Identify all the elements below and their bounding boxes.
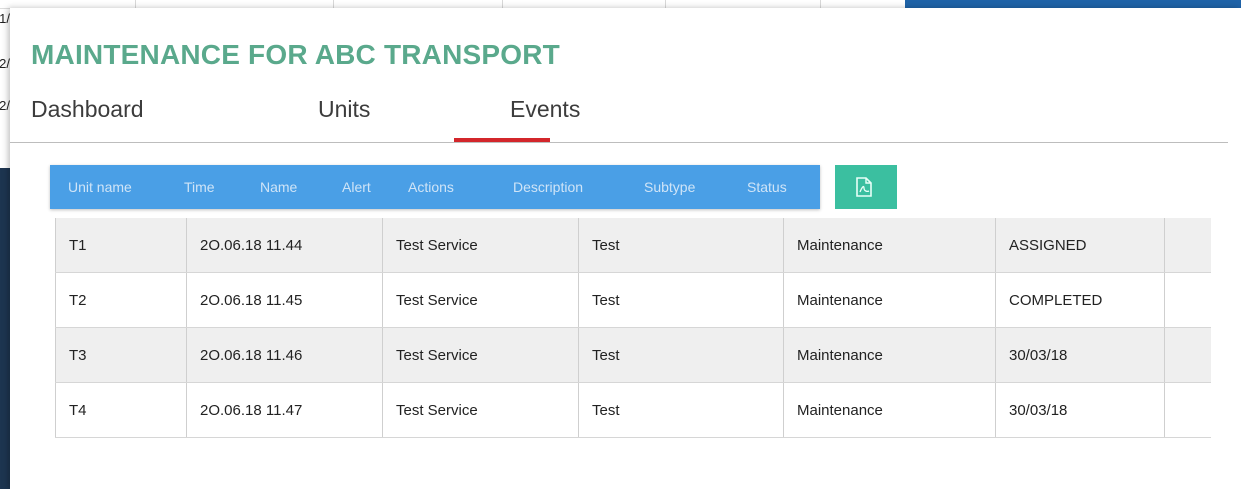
export-pdf-button[interactable] bbox=[835, 165, 897, 209]
background-text-fragment: /2 bbox=[0, 98, 10, 113]
column-header-subtype[interactable]: Subtype bbox=[644, 179, 695, 195]
tab-dashboard[interactable]: Dashboard bbox=[31, 96, 144, 123]
cell-unit: T2 bbox=[55, 272, 187, 328]
cell-time: 2O.06.18 11.47 bbox=[186, 382, 383, 438]
cell-status: 30/03/18 bbox=[995, 382, 1165, 438]
column-header-alert[interactable]: Alert bbox=[342, 179, 371, 195]
cell-empty bbox=[1164, 327, 1211, 383]
cell-type: Maintenance bbox=[783, 382, 996, 438]
cell-time: 2O.06.18 11.45 bbox=[186, 272, 383, 328]
cell-type: Maintenance bbox=[783, 218, 996, 273]
cell-status: COMPLETED bbox=[995, 272, 1165, 328]
column-header-name[interactable]: Name bbox=[260, 179, 297, 195]
table-row[interactable]: T3 2O.06.18 11.46 Test Service Test Main… bbox=[55, 327, 1211, 383]
cell-unit: T1 bbox=[55, 218, 187, 273]
cell-name: Test Service bbox=[382, 218, 579, 273]
cell-type: Maintenance bbox=[783, 327, 996, 383]
column-header-unit-name[interactable]: Unit name bbox=[68, 179, 132, 195]
cell-type: Maintenance bbox=[783, 272, 996, 328]
tab-events[interactable]: Events bbox=[510, 96, 580, 123]
cell-alert: Test bbox=[578, 382, 784, 438]
table-row[interactable]: T1 2O.06.18 11.44 Test Service Test Main… bbox=[55, 218, 1211, 273]
pdf-icon bbox=[856, 177, 872, 197]
cell-unit: T3 bbox=[55, 327, 187, 383]
cell-empty bbox=[1164, 382, 1211, 438]
cell-unit: T4 bbox=[55, 382, 187, 438]
tab-units[interactable]: Units bbox=[318, 96, 370, 123]
background-app-edge: /1 /2 /2 bbox=[0, 0, 10, 489]
column-header-actions[interactable]: Actions bbox=[408, 179, 454, 195]
tab-bar: Dashboard Units Events bbox=[10, 94, 1228, 143]
column-header-time[interactable]: Time bbox=[184, 179, 215, 195]
column-header-description[interactable]: Description bbox=[513, 179, 583, 195]
cell-status: ASSIGNED bbox=[995, 218, 1165, 273]
table-header-bar: Unit name Time Name Alert Actions Descri… bbox=[50, 165, 820, 209]
active-tab-indicator bbox=[454, 138, 550, 142]
cell-status: 30/03/18 bbox=[995, 327, 1165, 383]
background-text-fragment: /2 bbox=[0, 56, 10, 71]
page-title: MAINTENANCE FOR ABC TRANSPORT bbox=[31, 39, 560, 70]
background-text-fragment: /1 bbox=[0, 11, 10, 26]
cell-name: Test Service bbox=[382, 382, 579, 438]
table-row[interactable]: T4 2O.06.18 11.47 Test Service Test Main… bbox=[55, 382, 1211, 438]
table-row[interactable]: T2 2O.06.18 11.45 Test Service Test Main… bbox=[55, 272, 1211, 328]
cell-alert: Test bbox=[578, 272, 784, 328]
events-table: T1 2O.06.18 11.44 Test Service Test Main… bbox=[55, 218, 1211, 448]
cell-time: 2O.06.18 11.46 bbox=[186, 327, 383, 383]
cell-alert: Test bbox=[578, 218, 784, 273]
column-header-status[interactable]: Status bbox=[747, 179, 787, 195]
maintenance-modal: MAINTENANCE FOR ABC TRANSPORT Dashboard … bbox=[10, 8, 1241, 489]
background-header-bar bbox=[905, 0, 1241, 8]
background-table-edge: /1 /2 /2 bbox=[0, 0, 10, 168]
cell-name: Test Service bbox=[382, 272, 579, 328]
cell-empty bbox=[1164, 272, 1211, 328]
cell-alert: Test bbox=[578, 327, 784, 383]
cell-time: 2O.06.18 11.44 bbox=[186, 218, 383, 273]
cell-name: Test Service bbox=[382, 327, 579, 383]
cell-empty bbox=[1164, 218, 1211, 273]
